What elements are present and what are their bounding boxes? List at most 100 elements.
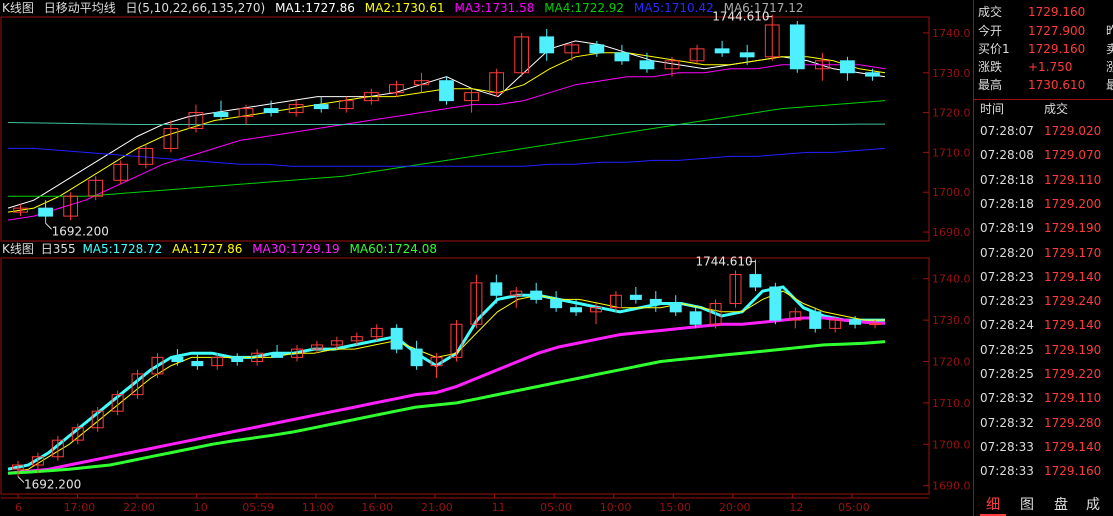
tick-price: 1729.190 [1044, 221, 1102, 236]
candle-body [614, 52, 630, 62]
ma-line-ma60 [7, 340, 886, 475]
tick-row[interactable]: 07:28:25 1729.190 [974, 338, 1113, 362]
legend-b-aa: AA:1727.86 [172, 242, 243, 256]
kline-chart[interactable]: 1740.0 1730.0 1720.0 1710.0 1700.0 1690.0 1744… [0, 0, 972, 516]
bottom-period[interactable]: 日355 [41, 242, 76, 256]
candle-body [865, 72, 880, 77]
candle-body [749, 274, 762, 288]
quote-row-open: 今开 1727.900 昨 [974, 23, 1113, 40]
quote-row-high: 最高 1730.610 最 [974, 77, 1113, 94]
candle-body [689, 311, 702, 325]
candle-body [171, 356, 184, 363]
candle-body [589, 44, 605, 54]
tick-time: 07:28:24 [980, 318, 1034, 333]
candle-body [550, 298, 563, 309]
candle-body [840, 60, 855, 74]
candle-body [649, 298, 662, 305]
tick-price: 1729.140 [1044, 318, 1102, 333]
candle-body [769, 286, 782, 321]
y-tick-label: 1720.0 [932, 356, 971, 369]
x-tick-label: 22:00 [123, 501, 155, 514]
y-tick-label: 1740.0 [932, 27, 971, 40]
tick-row[interactable]: 07:28:07 1729.020 [974, 119, 1113, 143]
tick-row[interactable]: 07:28:23 1729.140 [974, 265, 1113, 289]
tick-row[interactable]: 07:28:18 1729.200 [974, 192, 1113, 216]
tick-row[interactable]: 07:28:33 1729.140 [974, 435, 1113, 459]
tick-time: 07:28:20 [980, 245, 1034, 260]
candle-body [849, 319, 862, 325]
tick-price: 1729.140 [1044, 439, 1102, 454]
candle-body [714, 48, 730, 54]
tick-time: 07:28:18 [980, 172, 1034, 187]
x-tick-label: 12 [789, 501, 803, 514]
quote-label: 买价1 [978, 42, 1010, 56]
tab-book[interactable]: 盘 [1048, 496, 1074, 514]
tick-price: 1729.140 [1044, 269, 1102, 284]
tick-row[interactable]: 07:28:23 1729.240 [974, 289, 1113, 313]
legend-b-ma5: MA5:1728.72 [82, 242, 163, 256]
tab-trades[interactable]: 成 [1080, 496, 1106, 514]
tick-header: 时间 成交 [974, 99, 1113, 118]
quote-value: 1729.160 [1028, 42, 1086, 56]
x-tick-label: 05:59 [242, 501, 274, 514]
x-tick-label: 11:00 [302, 501, 334, 514]
bottom-legend: K线图 日355 MA5:1728.72 AA:1727.86 MA30:172… [2, 241, 443, 257]
candle-body [739, 52, 755, 58]
x-tick-label: 20:00 [719, 501, 751, 514]
tick-price: 1729.160 [1044, 464, 1102, 479]
legend-b-ma60: MA60:1724.08 [349, 242, 438, 256]
candle-body [313, 104, 329, 110]
tick-row[interactable]: 07:28:19 1729.190 [974, 216, 1113, 240]
indicator-name[interactable]: 日移动平均线 [44, 1, 116, 15]
tick-row[interactable]: 07:28:32 1729.110 [974, 386, 1113, 410]
candle-body [213, 112, 229, 118]
tick-price: 1729.190 [1044, 342, 1102, 357]
tick-price: 1729.220 [1044, 367, 1102, 381]
tick-row[interactable]: 07:28:18 1729.110 [974, 168, 1113, 192]
low-marker-label: 1692.200 [24, 478, 81, 492]
x-tick-label: 15:00 [659, 501, 691, 514]
x-tick-label: 21:00 [421, 501, 453, 514]
tick-time: 07:28:33 [980, 464, 1034, 479]
quote-label: 最高 [978, 78, 1003, 92]
candle-body [789, 24, 805, 70]
tick-header-price: 成交 [1044, 102, 1069, 116]
tab-chart[interactable]: 图 [1014, 496, 1040, 514]
x-tick-label: 16:00 [361, 501, 393, 514]
x-tick-label: 6 [15, 501, 22, 514]
bottom-title[interactable]: K线图 [2, 242, 34, 256]
chart-area[interactable]: 1740.0 1730.0 1720.0 1710.0 1700.0 1690.0 1744… [0, 0, 972, 516]
tick-row[interactable]: 07:28:08 1729.070 [974, 143, 1113, 167]
legend-ma3: MA3:1731.58 [454, 1, 535, 15]
tab-detail[interactable]: 细 [980, 496, 1006, 516]
ma-line-ma5 [7, 285, 885, 471]
quote-label: 涨跌 [978, 60, 1003, 74]
tick-price: 1729.070 [1044, 148, 1102, 163]
tick-time: 07:28:19 [980, 221, 1034, 236]
tick-price: 1729.170 [1044, 245, 1102, 260]
quote-panel: 成交 1729.160 今开 1727.900 昨 买价1 1729.160 卖… [973, 0, 1113, 516]
legend-ma5: MA5:1710.42 [633, 1, 714, 15]
x-tick-label: 05:00 [838, 501, 870, 514]
y-tick-label: 1700.0 [932, 186, 971, 199]
tick-time: 07:28:08 [980, 148, 1034, 163]
candle-body [539, 36, 555, 54]
legend-ma2: MA2:1730.61 [364, 1, 445, 15]
tick-row[interactable]: 07:28:33 1729.160 [974, 459, 1113, 483]
legend-ma6: MA6:1717.12 [723, 1, 804, 15]
tick-row[interactable]: 07:28:32 1729.280 [974, 411, 1113, 435]
quote-label: 今开 [978, 24, 1003, 38]
quote-value: 1727.900 [1028, 24, 1086, 38]
x-tick-label: 10 [194, 501, 208, 514]
tick-time: 07:28:33 [980, 439, 1034, 454]
quote-cut: 涨 [1106, 60, 1113, 74]
candle-body [410, 348, 423, 367]
tick-row[interactable]: 07:28:20 1729.170 [974, 241, 1113, 265]
y-tick-label: 1710.0 [932, 146, 971, 159]
tick-time: 07:28:18 [980, 196, 1034, 211]
tick-row[interactable]: 07:28:25 1729.220 [974, 362, 1113, 386]
top-title[interactable]: K线图 [2, 1, 34, 15]
tick-time: 07:28:25 [980, 367, 1034, 381]
top-legend: K线图 日移动平均线 日(5,10,22,66,135,270) MA1:172… [2, 0, 809, 16]
tick-row[interactable]: 07:28:24 1729.140 [974, 313, 1113, 337]
